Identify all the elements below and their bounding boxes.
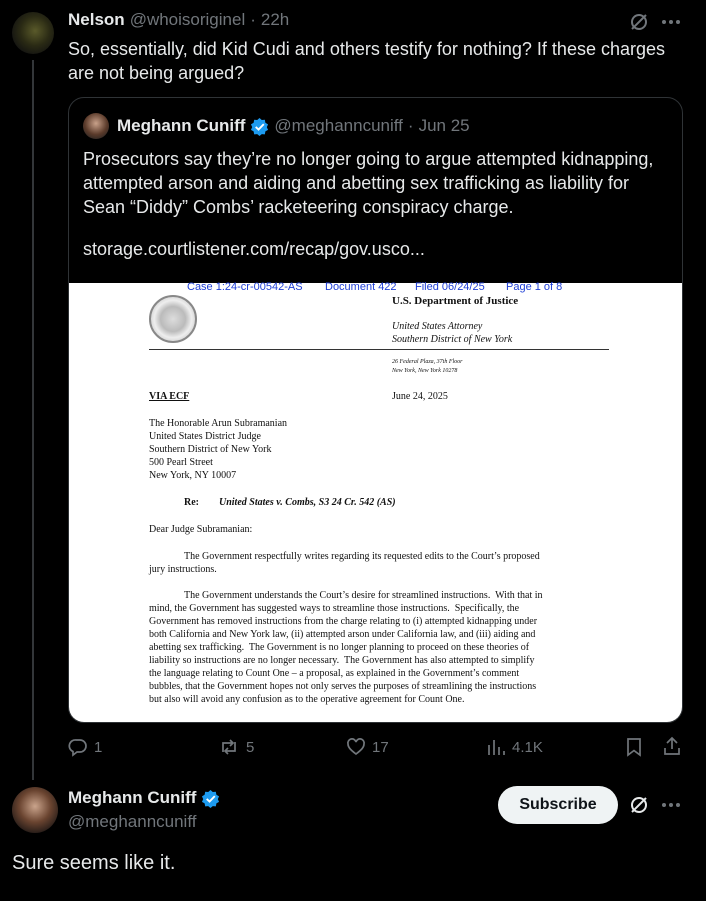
doc-re-label: Re:: [184, 497, 199, 508]
reply-icon: [68, 737, 88, 757]
bookmark-button[interactable]: [625, 737, 643, 757]
grok-icon[interactable]: [628, 11, 650, 33]
doc-recipient-line: The Honorable Arun Subramanian: [149, 418, 288, 429]
doc-dept: U.S. Department of Justice: [392, 295, 519, 307]
share-icon: [662, 736, 682, 756]
grok-icon[interactable]: [628, 794, 650, 816]
doc-address-line2: New York, New York 10278: [392, 368, 458, 374]
main-header-name: Meghann Cuniff: [68, 788, 220, 808]
verified-badge-icon[interactable]: [201, 789, 220, 808]
more-icon[interactable]: [660, 12, 682, 32]
quoted-link[interactable]: storage.courtlistener.com/recap/gov.usco…: [83, 239, 425, 260]
tweet-text: So, essentially, did Kid Cudi and others…: [68, 39, 666, 83]
tweet-header: Nelson @whoisoriginel · 22h: [68, 10, 289, 30]
thread-line: [32, 60, 34, 780]
quoted-avatar: [83, 113, 109, 139]
doc-para-line: jury instructions.: [149, 564, 217, 575]
quoted-tweet[interactable]: Meghann Cuniff @meghanncuniff · Jun 25 P…: [68, 97, 683, 723]
doc-recipient-line: New York, NY 10007: [149, 470, 237, 481]
repost-icon: [218, 737, 240, 757]
reply-button[interactable]: 1: [68, 737, 102, 757]
subscribe-button[interactable]: Subscribe: [498, 786, 618, 824]
views-count: 4.1K: [512, 738, 543, 756]
doc-via: VIA ECF: [149, 391, 190, 402]
author-handle[interactable]: @whoisoriginel: [130, 10, 246, 30]
quoted-date: Jun 25: [418, 116, 470, 135]
doc-office-line2: Southern District of New York: [392, 334, 513, 345]
avatar[interactable]: [12, 12, 54, 54]
doc-recipient-line: United States District Judge: [149, 431, 261, 442]
quoted-text: Prosecutors say they’re no longer going …: [83, 149, 654, 217]
doc-address-line1: 26 Federal Plaza, 37th Floor: [392, 359, 463, 365]
quoted-header: Meghann Cuniff @meghanncuniff · Jun 25: [117, 116, 470, 136]
main-tweet-text: Sure seems like it.: [12, 852, 176, 874]
doc-para-line: the language relating to Count One – a p…: [149, 668, 520, 679]
views-icon: [486, 737, 506, 757]
heart-icon: [346, 737, 366, 757]
share-button[interactable]: [662, 736, 682, 756]
timestamp[interactable]: 22h: [261, 10, 289, 30]
main-avatar[interactable]: [12, 787, 58, 833]
reply-count: 1: [94, 738, 103, 756]
views-button[interactable]: 4.1K: [486, 737, 543, 757]
doc-header-document: Document 422: [325, 281, 397, 293]
doc-para-line: The Government understands the Court’s d…: [184, 590, 543, 601]
like-button[interactable]: 17: [346, 737, 389, 757]
more-icon[interactable]: [660, 795, 682, 815]
doc-para-line: but also will avoid any confusion as to …: [149, 694, 465, 705]
doc-re-text: United States v. Combs, S3 24 Cr. 542 (A…: [219, 497, 396, 508]
author-name[interactable]: Nelson: [68, 10, 125, 30]
doc-para-line: Government has removed instructions from…: [149, 616, 538, 627]
letterhead-rule: [149, 349, 609, 350]
doc-para-line: The Government respectfully writes regar…: [184, 551, 540, 562]
doc-recipient-line: 500 Pearl Street: [149, 457, 213, 468]
verified-badge-icon: [250, 117, 269, 136]
bookmark-icon: [625, 737, 643, 757]
separator: ·: [250, 10, 256, 29]
doc-date: June 24, 2025: [392, 391, 448, 402]
doc-para-line: mind, the Government has suggested ways …: [149, 603, 520, 614]
repost-count: 5: [246, 738, 255, 756]
doc-header-case: Case 1:24-cr-00542-AS: [187, 281, 303, 293]
doc-salutation: Dear Judge Subramanian:: [149, 524, 253, 535]
doc-para-line: both California and New York law, (ii) a…: [149, 629, 536, 640]
document-image[interactable]: Case 1:24-cr-00542-AS Document 422 Filed…: [69, 281, 682, 722]
main-author-handle[interactable]: @meghanncuniff: [68, 812, 196, 832]
like-count: 17: [372, 738, 389, 756]
doc-header-filed: Filed 06/24/25: [415, 281, 485, 293]
repost-button[interactable]: 5: [218, 737, 254, 757]
doc-para-line: abetting sex trafficking. The Government…: [149, 642, 530, 653]
quoted-author-handle: @meghanncuniff: [274, 116, 403, 135]
doc-para-line: liability so instructions are no longer …: [149, 655, 535, 666]
doc-para-line: bubbles, that the Government hopes not o…: [149, 681, 537, 692]
doc-recipient-line: Southern District of New York: [149, 444, 272, 455]
main-author-name[interactable]: Meghann Cuniff: [68, 788, 196, 808]
separator: ·: [407, 116, 414, 135]
doj-seal-icon: [149, 295, 197, 343]
doc-office-line1: United States Attorney: [392, 321, 483, 332]
doc-header-page: Page 1 of 8: [506, 281, 563, 293]
quoted-author-name: Meghann Cuniff: [117, 116, 246, 135]
